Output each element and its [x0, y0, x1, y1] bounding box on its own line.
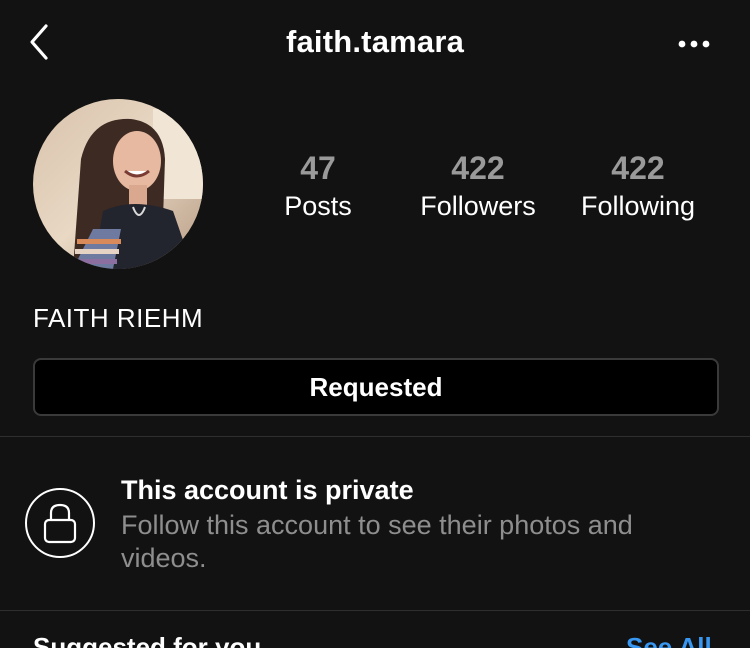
followers-label: Followers: [420, 191, 536, 221]
divider: [0, 436, 750, 437]
private-account-description: Follow this account to see their photos …: [121, 510, 633, 573]
divider: [0, 610, 750, 611]
posts-count: 47: [300, 150, 336, 186]
avatar[interactable]: [33, 99, 203, 269]
requested-button[interactable]: Requested: [33, 358, 719, 416]
followers-stat[interactable]: 422 Followers: [403, 150, 553, 226]
display-name: FAITH RIEHM: [33, 303, 204, 333]
profile-screen: faith.tamara 47 Posts 422 Followers 422 …: [0, 0, 750, 648]
more-options-button[interactable]: [676, 32, 712, 56]
followers-count: 422: [451, 150, 505, 186]
more-horizontal-icon: [678, 40, 710, 48]
following-stat[interactable]: 422 Following: [563, 150, 713, 226]
posts-label: Posts: [284, 191, 352, 221]
posts-stat[interactable]: 47 Posts: [243, 150, 393, 226]
following-label: Following: [580, 191, 696, 221]
suggested-for-you-heading: Suggested for you: [33, 632, 262, 648]
lock-icon: [24, 487, 96, 559]
profile-photo: [33, 99, 203, 269]
private-account-title: This account is private: [121, 475, 414, 505]
profile-username: faith.tamara: [285, 24, 465, 59]
see-all-link[interactable]: See All: [626, 632, 712, 648]
following-count: 422: [611, 150, 665, 186]
